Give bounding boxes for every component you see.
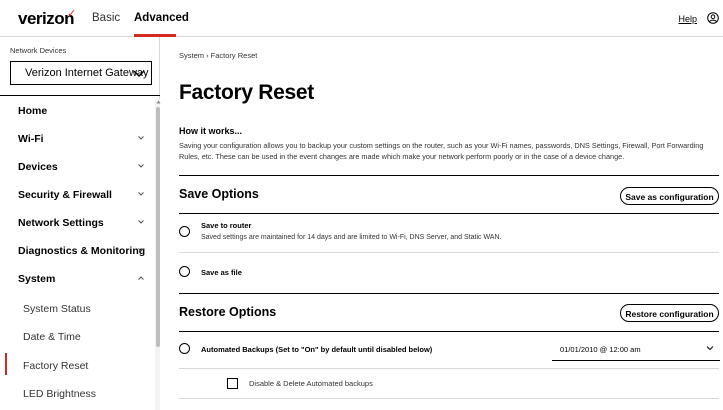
tab-advanced[interactable]: Advanced [134,12,189,24]
disable-automated-backups-label: Disable & Delete Automated backups [249,379,373,388]
verizon-logo[interactable]: verizon [18,9,75,29]
restore-configuration-button[interactable]: Restore configuration [620,304,719,322]
sidebar-item-label: System [18,273,56,285]
chevron-up-icon [138,276,144,280]
top-header: verizon ✓ Basic Advanced Help [0,0,723,37]
chevron-down-icon [138,192,144,196]
sidebar-item-label: Date & Time [23,331,81,343]
section-divider [179,213,719,214]
sidebar-item-label: Home [18,105,48,117]
save-as-configuration-button[interactable]: Save as configuration [620,187,719,205]
network-devices-label: Network Devices [10,46,67,55]
chevron-down-icon [138,136,144,140]
sidebar-item-label: Network Settings [18,217,104,229]
backup-date-value: 01/01/2010 @ 12:00 am [560,345,641,354]
chevron-down-icon [138,220,144,224]
section-divider [179,175,719,176]
save-as-file-radio[interactable] [179,266,190,277]
chevron-down-icon [138,164,144,168]
active-item-indicator [5,353,7,375]
chevron-down-icon [133,70,145,77]
chevron-down-icon [706,346,714,351]
save-to-router-title: Save to router [201,221,252,230]
automated-backups-title: Automated Backups (Set to "On" by defaul… [201,345,433,354]
sidebar-item-network-settings[interactable]: Network Settings [0,208,155,236]
sidebar-item-label: Security & Firewall [18,189,112,201]
sidebar: Network Devices Verizon Internet Gateway… [0,37,161,410]
option-divider [179,368,719,369]
automated-backups-radio[interactable] [179,343,190,354]
verizon-check-mark: ✓ [67,8,77,20]
save-as-file-title: Save as file [201,268,242,277]
how-it-works-title: How it works... [179,126,243,136]
help-link[interactable]: Help [678,14,697,24]
sidebar-item-factory-reset[interactable]: Factory Reset [0,351,155,379]
sidebar-item-system-status[interactable]: System Status [0,294,155,322]
network-device-select[interactable]: Verizon Internet Gateway [10,61,152,85]
network-device-selected: Verizon Internet Gateway [25,67,149,79]
sidebar-item-label: Factory Reset [23,360,89,372]
breadcrumb[interactable]: System › Factory Reset [179,51,257,60]
chevron-down-icon [138,248,144,252]
section-divider [179,293,719,294]
sidebar-menu: Home Wi-Fi Devices Security & Firewall N… [0,96,160,410]
sidebar-item-label: LED Brightness [23,388,96,400]
sidebar-item-led-brightness[interactable]: LED Brightness [0,379,155,407]
sidebar-item-label: Diagnostics & Monitoring [18,245,146,257]
main-content: System › Factory Reset Factory Reset How… [160,37,723,410]
save-options-title: Save Options [179,187,259,201]
tab-basic[interactable]: Basic [92,12,120,24]
user-circle-icon[interactable] [707,12,719,24]
page-title: Factory Reset [179,81,314,104]
save-to-router-radio[interactable] [179,226,190,237]
option-divider [179,398,719,399]
backup-date-select[interactable]: 01/01/2010 @ 12:00 am [552,337,720,361]
sidebar-item-label: Wi-Fi [18,133,44,145]
option-divider [179,252,719,253]
section-divider [179,331,719,332]
sidebar-item-label: System Status [23,303,91,315]
sidebar-item-label: Devices [18,161,58,173]
sidebar-item-devices[interactable]: Devices [0,152,155,180]
how-it-works-text: Saving your configuration allows you to … [179,141,704,161]
sidebar-item-home[interactable]: Home [0,96,155,124]
save-to-router-description: Saved settings are maintained for 14 day… [201,234,502,241]
restore-options-title: Restore Options [179,305,277,319]
sidebar-item-security-firewall[interactable]: Security & Firewall [0,180,155,208]
disable-automated-backups-checkbox[interactable] [227,378,238,389]
sidebar-item-system[interactable]: System [0,264,155,292]
sidebar-item-date-time[interactable]: Date & Time [0,322,155,350]
sidebar-item-wifi[interactable]: Wi-Fi [0,124,155,152]
sidebar-item-diagnostics[interactable]: Diagnostics & Monitoring [0,236,155,264]
